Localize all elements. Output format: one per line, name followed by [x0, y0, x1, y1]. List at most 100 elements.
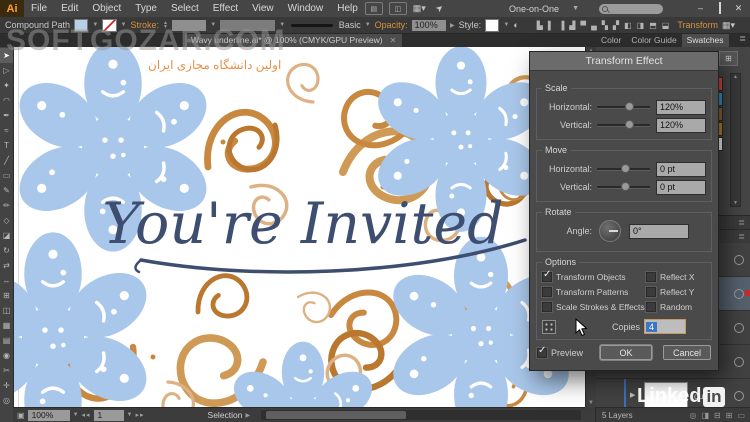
app-bar-button-2[interactable]: ◫: [388, 2, 407, 15]
menu-object[interactable]: Object: [85, 0, 128, 17]
slider-thumb[interactable]: [620, 163, 630, 173]
align-top-icon[interactable]: ▟: [569, 21, 575, 30]
minimize-button[interactable]: –: [693, 2, 708, 15]
zoom-tool[interactable]: ◎: [0, 393, 13, 408]
reference-point-locator[interactable]: [542, 319, 556, 334]
free-transform-tool[interactable]: ⊞: [0, 288, 13, 303]
distribute-bottom-icon[interactable]: ◧: [624, 21, 632, 30]
shaper-tool[interactable]: ◇: [0, 213, 13, 228]
swatch-scroll-up-icon[interactable]: ▲: [731, 74, 740, 80]
paintbrush-tool[interactable]: ✎: [0, 183, 13, 198]
move-vertical-value[interactable]: 0 pt: [656, 179, 706, 195]
slider-thumb[interactable]: [624, 119, 634, 129]
locate-object-icon[interactable]: ◎: [689, 411, 696, 420]
pen-tool[interactable]: ✒: [0, 108, 13, 123]
width-tool[interactable]: ↔: [0, 273, 13, 288]
move-horizontal-value[interactable]: 0 pt: [656, 161, 706, 177]
artboard-caret-icon[interactable]: ▼: [127, 412, 133, 418]
opacity-field[interactable]: 100%: [411, 19, 446, 31]
layer-target-icon[interactable]: [734, 255, 744, 265]
layer-target-icon[interactable]: [734, 391, 744, 401]
scale-vertical-value[interactable]: 120%: [656, 117, 706, 133]
distribute-middle-icon[interactable]: ▞: [613, 21, 619, 30]
scroll-down-icon[interactable]: ▼: [586, 400, 596, 406]
first-artboard-icon[interactable]: ◂◂: [82, 411, 91, 419]
style-caret-icon[interactable]: ▼: [503, 22, 509, 28]
angle-value[interactable]: 0°: [629, 223, 689, 239]
magic-wand-tool[interactable]: ✦: [0, 78, 13, 93]
panel-tab-color[interactable]: Color: [596, 33, 626, 47]
rectangle-tool[interactable]: ▭: [0, 168, 13, 183]
menu-file[interactable]: File: [24, 0, 54, 17]
make-mask-icon[interactable]: ◨: [701, 411, 709, 420]
ai-logo[interactable]: Ai: [0, 0, 24, 17]
scale-tool[interactable]: ⇄: [0, 258, 13, 273]
grid-view-icon[interactable]: ⊞: [719, 51, 738, 66]
ok-button[interactable]: OK: [600, 345, 652, 360]
move-vertical-slider[interactable]: [597, 181, 650, 191]
scale-horizontal-value[interactable]: 120%: [656, 99, 706, 115]
gpu-performance-icon[interactable]: ➤: [433, 2, 446, 15]
eyedropper-tool[interactable]: ◉: [0, 348, 13, 363]
checkbox-reflect-y[interactable]: Reflect Y: [646, 287, 706, 297]
tab-close-icon[interactable]: ✕: [390, 36, 397, 45]
layer-target-icon[interactable]: [734, 357, 744, 367]
shape-builder-tool[interactable]: ◫: [0, 303, 13, 318]
panel-menu-caret-icon[interactable]: ≣: [735, 33, 750, 47]
zoom-field[interactable]: 100%: [27, 409, 70, 421]
menu-window[interactable]: Window: [281, 0, 331, 17]
distribute-top-icon[interactable]: ▚: [602, 21, 608, 30]
rotate-tool[interactable]: ↻: [0, 243, 13, 258]
distribute-right-icon[interactable]: ⬓: [662, 21, 670, 30]
swatches-scrollbar[interactable]: ▲ ▼: [730, 73, 741, 207]
cancel-button[interactable]: Cancel: [663, 345, 711, 360]
move-horizontal-slider[interactable]: [597, 163, 650, 173]
headline-text[interactable]: You're Invited: [102, 191, 503, 257]
eraser-tool[interactable]: ◪: [0, 228, 13, 243]
align-center-horizontal-icon[interactable]: ▌: [548, 21, 554, 30]
angle-dial[interactable]: [599, 220, 621, 242]
next-artboard-icon[interactable]: ▸▸: [136, 411, 145, 419]
checkbox-transform-patterns[interactable]: Transform Patterns: [542, 287, 646, 297]
line-segment-tool[interactable]: ╱: [0, 153, 13, 168]
dialog-title[interactable]: Transform Effect: [530, 52, 718, 71]
menu-edit[interactable]: Edit: [54, 0, 85, 17]
checkbox-scale-strokes-effects[interactable]: Scale Strokes & Effects: [542, 302, 646, 312]
restore-button[interactable]: [712, 2, 727, 15]
transform-label[interactable]: Transform: [677, 20, 718, 30]
lasso-tool[interactable]: ◠: [0, 93, 13, 108]
align-middle-icon[interactable]: ▀: [580, 21, 586, 30]
horizontal-scroll-thumb[interactable]: [266, 411, 407, 419]
opacity-label[interactable]: Opacity:: [375, 20, 408, 30]
artboard[interactable]: You're Invited: [13, 47, 585, 407]
new-sublayer-icon[interactable]: ⊟: [714, 411, 721, 420]
swatch-scroll-down-icon[interactable]: ▼: [731, 200, 740, 206]
menu-effect[interactable]: Effect: [206, 0, 245, 17]
gradient-tool[interactable]: ▤: [0, 333, 13, 348]
recolor-artwork-icon[interactable]: ◐: [513, 20, 518, 30]
workspace-label[interactable]: One-on-One: [509, 4, 559, 14]
search-input[interactable]: [599, 3, 663, 14]
curvature-tool[interactable]: ≈: [0, 123, 13, 138]
scissors-tool[interactable]: ✂: [0, 363, 13, 378]
panel-menu-icon[interactable]: ≣: [738, 218, 745, 227]
pencil-tool[interactable]: ✏: [0, 198, 13, 213]
checkbox-transform-objects[interactable]: Transform Objects: [542, 269, 646, 282]
menu-select[interactable]: Select: [164, 0, 206, 17]
zoom-caret-icon[interactable]: ▼: [73, 412, 79, 418]
direct-selection-tool[interactable]: ▷: [0, 63, 13, 78]
menu-view[interactable]: View: [245, 0, 281, 17]
align-left-icon[interactable]: ▙: [537, 21, 543, 30]
disclosure-icon[interactable]: ▶: [630, 391, 635, 399]
status-caret-icon[interactable]: ▶: [246, 412, 251, 419]
preview-checkbox[interactable]: Preview: [537, 345, 583, 358]
layer-target-icon[interactable]: [734, 289, 744, 299]
panel-tab-swatches[interactable]: Swatches: [681, 33, 729, 47]
checkbox-random[interactable]: Random: [646, 302, 706, 312]
brush-definition-label[interactable]: Basic: [339, 20, 361, 30]
menu-type[interactable]: Type: [128, 0, 164, 17]
align-right-icon[interactable]: ▐: [559, 21, 565, 30]
align-bottom-icon[interactable]: ▄: [591, 21, 597, 30]
scale-vertical-slider[interactable]: [597, 119, 650, 129]
distribute-left-icon[interactable]: ◨: [637, 21, 645, 30]
